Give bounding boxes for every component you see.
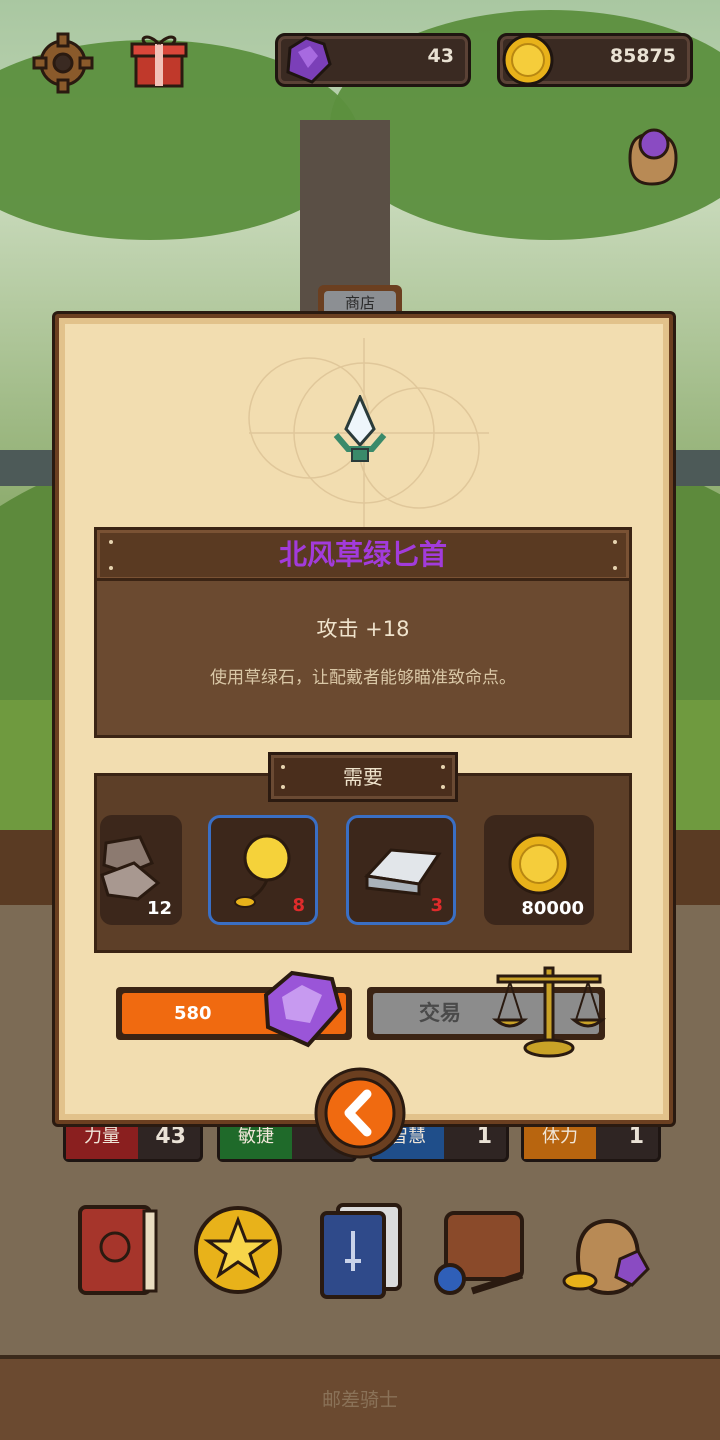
requirement-slot-stone[interactable]: 12: [100, 815, 182, 925]
buy-price: 580: [174, 1003, 212, 1024]
back-chevron-button[interactable]: [313, 1066, 407, 1160]
requirement-slot-silver-ingot[interactable]: 3: [346, 815, 456, 925]
item-name-bar: 北风草绿匕首: [94, 527, 632, 583]
stone-icon: [100, 835, 161, 901]
dagger-icon: [333, 395, 387, 462]
requirement-count: 8: [292, 895, 305, 916]
item-attack-stat: 攻击 +18: [316, 617, 410, 641]
dandelion-icon: [234, 834, 291, 908]
requirement-slot-dandelion[interactable]: 8: [208, 815, 318, 925]
requirement-count: 12: [146, 898, 172, 919]
requirements-label: 需要: [343, 765, 383, 789]
balance-scale-icon: [491, 966, 607, 1058]
shop-tab: 商店: [318, 285, 402, 317]
requirements-header: 需要: [268, 752, 458, 802]
purple-gem-icon: [263, 970, 343, 1048]
stud: [441, 765, 445, 769]
stud: [281, 765, 285, 769]
gold-coin-icon: [508, 833, 570, 895]
trade-label: 交易: [419, 1001, 461, 1025]
item-name: 北风草绿匕首: [278, 538, 447, 571]
stud: [441, 785, 445, 789]
silver-ingot-icon: [363, 848, 442, 896]
shop-tab-label: 商店: [324, 291, 396, 315]
requirement-slot-gold[interactable]: 80000: [484, 815, 594, 925]
requirement-count: 80000: [521, 898, 584, 919]
stud: [281, 785, 285, 789]
requirement-count: 3: [430, 895, 443, 916]
item-flavor-text: 使用草绿石，让配戴者能够瞄准致命点。: [210, 668, 516, 688]
item-description-box: 攻击 +18 使用草绿石，让配戴者能够瞄准致命点。: [94, 578, 632, 738]
